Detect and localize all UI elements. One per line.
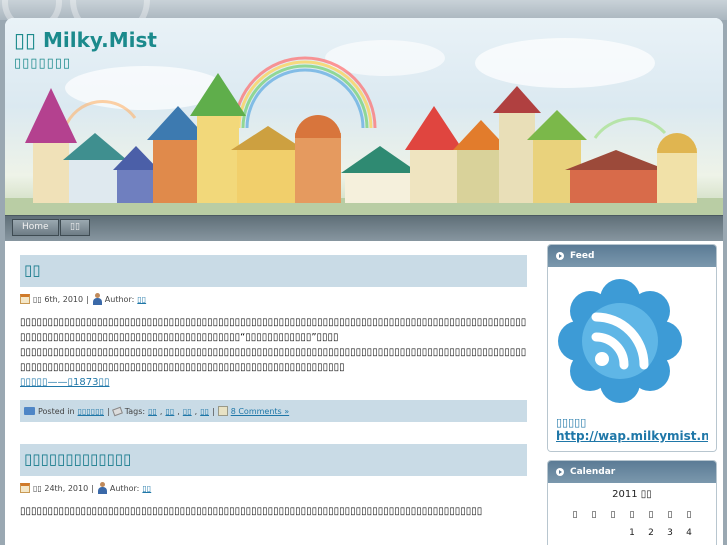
weekday-label: ▯ xyxy=(629,510,635,520)
main-content: ▯▯ ▯▯ 6th, 2010 | Author: ▯▯ ▯▯▯▯▯▯▯▯▯▯▯… xyxy=(20,255,527,519)
tag-icon xyxy=(111,406,123,416)
calendar-icon xyxy=(20,483,30,493)
nav-item-home[interactable]: Home xyxy=(12,219,59,236)
tag-link[interactable]: ▯▯ xyxy=(148,407,157,416)
user-icon xyxy=(97,482,107,494)
feed-widget: Feed ▯▯▯▯▯ http://wap.milkymist.net xyxy=(547,244,717,452)
folder-icon xyxy=(24,407,35,415)
calendar-week-row: 1 2 3 4 xyxy=(552,524,712,542)
tag-link[interactable]: ▯▯ xyxy=(183,407,192,416)
comments-link[interactable]: 8 Comments » xyxy=(231,407,289,416)
post-paragraph: ▯▯▯▯▯▯▯▯▯▯▯▯▯▯▯▯▯▯▯▯▯▯▯▯▯▯▯▯▯▯▯▯▯▯▯▯▯▯▯▯… xyxy=(20,317,527,343)
user-icon xyxy=(92,293,102,305)
arrow-bullet-icon xyxy=(556,252,564,260)
weekday-label: ▯ xyxy=(572,510,578,520)
calendar-day: 2 xyxy=(648,528,654,538)
read-more-link[interactable]: ▯▯▯▯▯——▯1873▯▯ xyxy=(20,377,109,388)
post-footer: Posted in ▯▯▯▯▯▯ | Tags: ▯▯, ▯▯, ▯▯, ▯▯ … xyxy=(20,400,527,422)
post-meta: ▯▯ 24th, 2010 | Author: ▯▯ xyxy=(20,479,527,497)
sidebar: Feed ▯▯▯▯▯ http://wap.milkymist.net Cale… xyxy=(547,244,717,545)
weekday-label: ▯ xyxy=(591,510,597,520)
widget-title: Calendar xyxy=(548,461,716,483)
comment-icon xyxy=(217,406,228,416)
calendar-icon xyxy=(20,294,30,304)
rss-icon[interactable] xyxy=(556,277,684,405)
nav-item-page[interactable]: ▯▯ xyxy=(60,219,90,236)
post: ▯▯ ▯▯ 6th, 2010 | Author: ▯▯ ▯▯▯▯▯▯▯▯▯▯▯… xyxy=(20,255,527,422)
posted-in-label: Posted in xyxy=(38,406,75,416)
author-label: Author: xyxy=(104,294,135,304)
header-banner: ▯▯ Milky.Mist ▯▯▯▯▯▯▯ xyxy=(5,18,723,215)
author-link[interactable]: ▯▯ xyxy=(142,484,151,493)
author-link[interactable]: ▯▯ xyxy=(137,295,146,304)
calendar-day: 3 xyxy=(667,528,673,538)
calendar-widget: Calendar 2011 ▯▯ ▯ ▯ ▯ ▯ ▯ ▯ ▯ 1 2 3 4 xyxy=(547,460,717,545)
top-band xyxy=(0,0,727,40)
tag-link[interactable]: ▯▯ xyxy=(165,407,174,416)
feed-label: ▯▯▯▯▯ xyxy=(556,416,587,429)
feed-url-link[interactable]: http://wap.milkymist.net xyxy=(556,429,708,443)
calendar-day: 4 xyxy=(686,528,692,538)
widget-title: Feed xyxy=(548,245,716,267)
main-nav: Home ▯▯ xyxy=(5,215,723,241)
tag-link[interactable]: ▯▯ xyxy=(200,407,209,416)
calendar-day: 1 xyxy=(629,528,635,538)
arrow-bullet-icon xyxy=(556,468,564,476)
calendar-title: Calendar xyxy=(570,467,616,477)
feed-title: Feed xyxy=(570,251,595,261)
weekday-label: ▯ xyxy=(667,510,673,520)
calendar-caption: 2011 ▯▯ xyxy=(612,489,652,500)
post-title: ▯▯▯▯▯▯▯▯▯▯▯▯▯ xyxy=(20,444,527,476)
feed-body: ▯▯▯▯▯ http://wap.milkymist.net xyxy=(548,267,716,451)
site-title[interactable]: ▯▯ Milky.Mist xyxy=(14,28,157,52)
calendar-weekday-row: ▯ ▯ ▯ ▯ ▯ ▯ ▯ xyxy=(552,506,712,524)
post-body: ▯▯▯▯▯▯▯▯▯▯▯▯▯▯▯▯▯▯▯▯▯▯▯▯▯▯▯▯▯▯▯▯▯▯▯▯▯▯▯▯… xyxy=(20,504,527,519)
calendar-body: 2011 ▯▯ ▯ ▯ ▯ ▯ ▯ ▯ ▯ 1 2 3 4 xyxy=(548,483,716,545)
category-link[interactable]: ▯▯▯▯▯▯ xyxy=(78,407,104,416)
post-paragraph: ▯▯▯▯▯▯▯▯▯▯▯▯▯▯▯▯▯▯▯▯▯▯▯▯▯▯▯▯▯▯▯▯▯▯▯▯▯▯▯▯… xyxy=(20,347,527,373)
weekday-label: ▯ xyxy=(686,510,692,520)
post-body: ▯▯▯▯▯▯▯▯▯▯▯▯▯▯▯▯▯▯▯▯▯▯▯▯▯▯▯▯▯▯▯▯▯▯▯▯▯▯▯▯… xyxy=(20,315,527,390)
post: ▯▯▯▯▯▯▯▯▯▯▯▯▯ ▯▯ 24th, 2010 | Author: ▯▯… xyxy=(20,444,527,519)
post-title: ▯▯ xyxy=(20,255,527,287)
post-meta: ▯▯ 6th, 2010 | Author: ▯▯ xyxy=(20,290,527,308)
post-date: ▯▯ 24th, 2010 xyxy=(33,483,89,493)
post-title-link[interactable]: ▯▯ xyxy=(24,261,41,279)
site-description: ▯▯▯▯▯▯▯ xyxy=(14,56,72,71)
post-paragraph: ▯▯▯▯▯▯▯▯▯▯▯▯▯▯▯▯▯▯▯▯▯▯▯▯▯▯▯▯▯▯▯▯▯▯▯▯▯▯▯▯… xyxy=(20,506,483,517)
tags-label: Tags: xyxy=(124,406,146,416)
weekday-label: ▯ xyxy=(610,510,616,520)
weekday-label: ▯ xyxy=(648,510,654,520)
post-date: ▯▯ 6th, 2010 xyxy=(33,294,84,304)
page-container: ▯▯ Milky.Mist ▯▯▯▯▯▯▯ Home ▯▯ ▯▯ ▯▯ 6th,… xyxy=(5,18,723,545)
author-label: Author: xyxy=(109,483,140,493)
post-title-link[interactable]: ▯▯▯▯▯▯▯▯▯▯▯▯▯ xyxy=(24,450,131,468)
